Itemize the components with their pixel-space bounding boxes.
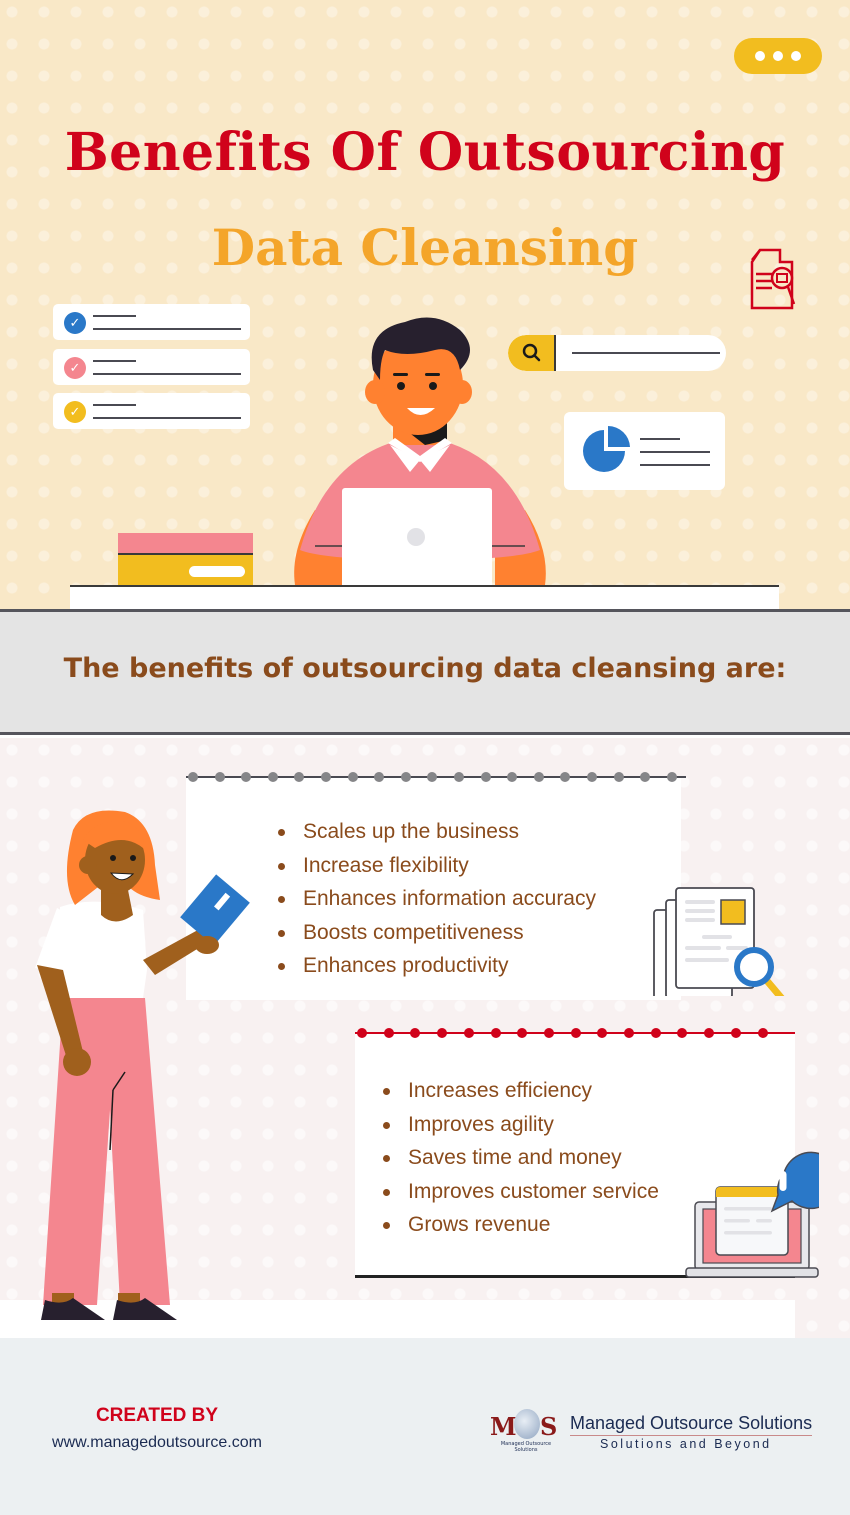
divider-dot — [517, 1028, 528, 1038]
page-subtitle: Data Cleansing — [211, 218, 639, 277]
divider-dot — [321, 772, 331, 782]
divider-dot — [640, 772, 651, 782]
divider-dot — [613, 772, 624, 782]
divider-dot — [730, 1028, 741, 1038]
checklist-card: ✓ — [53, 304, 250, 340]
company-name: Managed Outsource Solutions — [570, 1413, 813, 1436]
divider-dot — [480, 772, 491, 782]
divider-dot — [437, 1028, 448, 1038]
woman-with-book-illustration — [35, 810, 250, 1320]
dotted-divider — [186, 772, 686, 782]
globe-icon — [514, 1409, 540, 1439]
check-circle-icon: ✓ — [64, 357, 86, 379]
divider-dot — [188, 772, 198, 782]
storage-box-illustration — [118, 533, 253, 586]
divider-dot — [624, 1028, 634, 1038]
divider-dot — [241, 772, 252, 782]
man-with-laptop-illustration — [294, 317, 546, 588]
divider-dot — [267, 772, 278, 782]
divider-dot — [533, 772, 544, 782]
page-title: Benefits Of Outsourcing — [64, 122, 786, 183]
checklist-card: ✓ — [53, 349, 250, 385]
divider-dot — [400, 772, 411, 782]
benefits-list-1: Scales up the business Increase flexibil… — [275, 815, 596, 983]
divider-dot — [294, 772, 305, 782]
divider-dot — [597, 1028, 608, 1038]
pie-chart-card — [564, 412, 725, 490]
divider-dot — [543, 1028, 554, 1038]
divider-dot — [570, 1028, 581, 1038]
divider-dot — [666, 772, 677, 782]
created-by-label: CREATED BY — [95, 1405, 219, 1426]
list-item: Enhances information accuracy — [275, 882, 596, 916]
intro-heading: The benefits of outsourcing data cleansi… — [63, 653, 787, 684]
divider-dot — [454, 772, 464, 782]
divider-dot — [507, 772, 518, 782]
divider-dot — [587, 772, 597, 782]
list-item: Enhances productivity — [275, 949, 596, 983]
divider-dot — [347, 772, 358, 782]
list-item: Increases efficiency — [380, 1074, 659, 1108]
divider-dot — [490, 1028, 501, 1038]
pie-chart-icon — [583, 426, 630, 472]
list-item: Increase flexibility — [275, 849, 596, 883]
divider-dot — [757, 1028, 768, 1038]
list-item: Grows revenue — [380, 1208, 659, 1242]
check-circle-icon: ✓ — [64, 401, 86, 423]
divider-dot — [427, 772, 438, 782]
divider-dot — [463, 1028, 474, 1038]
divider-dot — [383, 1028, 394, 1038]
dotted-divider — [355, 1028, 795, 1038]
list-item: Boosts competitiveness — [275, 916, 596, 950]
ellipsis-icon — [734, 38, 822, 74]
divider-dot — [704, 1028, 715, 1038]
check-circle-icon: ✓ — [64, 312, 86, 334]
company-tagline: Solutions and Beyond — [600, 1437, 772, 1451]
document-search-icon — [750, 248, 798, 316]
list-item: Saves time and money — [380, 1141, 659, 1175]
divider-dot — [560, 772, 571, 782]
divider-dot — [374, 772, 385, 782]
desk-illustration — [70, 585, 779, 610]
list-item: Improves agility — [380, 1108, 659, 1142]
documents-magnifier-icon — [653, 887, 785, 996]
divider-dot — [650, 1028, 661, 1038]
list-item: Improves customer service — [380, 1175, 659, 1209]
benefits-list-2: Increases efficiency Improves agility Sa… — [380, 1074, 659, 1242]
divider-dot — [677, 1028, 688, 1038]
company-logo: M S Managed Outsource Solutions — [490, 1408, 562, 1453]
divider-dot — [410, 1028, 421, 1038]
divider-dot — [214, 772, 225, 782]
laptop-info-icon — [685, 1151, 819, 1278]
list-item: Scales up the business — [275, 815, 596, 849]
website-link[interactable]: www.managedoutsource.com — [30, 1434, 284, 1452]
divider-dot — [357, 1028, 367, 1038]
checklist-card: ✓ — [53, 393, 250, 429]
